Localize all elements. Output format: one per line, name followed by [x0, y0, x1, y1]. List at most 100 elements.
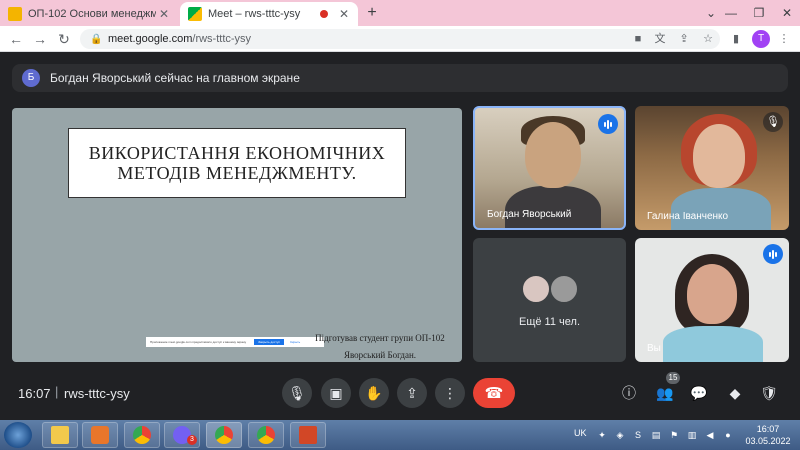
browser-tab-meet[interactable]: Meet – rws-tttc-ysy ✕ [180, 2, 358, 26]
forward-icon[interactable]: → [30, 29, 50, 49]
reload-icon[interactable]: ↻ [54, 29, 74, 49]
chrome-icon [133, 426, 151, 444]
participant-video [505, 186, 601, 228]
back-icon[interactable]: ← [6, 29, 26, 49]
raise-hand-button[interactable]: ✋ [359, 378, 389, 408]
start-button[interactable] [4, 422, 32, 448]
presenting-banner: Б Богдан Яворський сейчас на главном экр… [12, 64, 788, 92]
participant-avatar [549, 274, 579, 304]
participant-name: Галина Іванченко [647, 211, 729, 222]
close-tab-icon[interactable]: ✕ [156, 7, 172, 21]
clock-date: 03.05.2022 [745, 436, 791, 446]
meeting-code: rws-tttc-ysy [64, 386, 130, 401]
taskbar-chrome[interactable] [124, 422, 160, 448]
url-host: meet.google.com [108, 33, 193, 45]
taskbar-chrome-active[interactable] [206, 422, 242, 448]
participant-tile-bohdan[interactable]: Богдан Яворський [473, 106, 626, 230]
participant-tile-halyna[interactable]: 🎙 Галина Іванченко [635, 106, 789, 230]
close-tab-icon[interactable]: ✕ [336, 7, 352, 21]
chrome-icon [257, 426, 275, 444]
language-indicator[interactable]: UK [574, 428, 587, 438]
hide-notice-button: Скрыть [290, 340, 301, 344]
system-clock[interactable]: 16:07 03.05.2022 [740, 423, 796, 447]
close-window-icon[interactable]: ✕ [772, 0, 800, 26]
skype-icon[interactable]: S [632, 429, 644, 441]
speaking-indicator-icon [763, 244, 783, 264]
viber-tray-icon[interactable]: ● [722, 429, 734, 441]
bookmark-star-icon[interactable]: ☆ [700, 31, 716, 47]
mic-off-icon: 🎙 [763, 112, 783, 132]
screen-share-notice: Приложение meet.google.com предоставило … [146, 337, 324, 347]
present-screen-button[interactable]: ⇪ [397, 378, 427, 408]
taskbar-powerpoint[interactable] [290, 422, 326, 448]
browser-tab-strip: ОП-102 Основи менеджменту ✕ Meet – rws-t… [0, 0, 800, 26]
speaking-indicator-icon [598, 114, 618, 134]
presenting-banner-text: Богдан Яворський сейчас на главном экран… [50, 71, 300, 85]
recording-icon [320, 10, 328, 18]
stop-sharing-button: Закрыть доступ [254, 339, 284, 345]
activities-icon[interactable]: ◆ [724, 382, 746, 404]
slide-author-line1: Підготував студент групи ОП-102 [315, 333, 445, 343]
share-icon[interactable]: ⇪ [676, 31, 692, 47]
more-options-button[interactable]: ⋮ [435, 378, 465, 408]
separator: | [55, 384, 59, 399]
taskbar-viber[interactable]: 3 [164, 422, 200, 448]
clock-time: 16:07 [756, 424, 780, 434]
taskbar-explorer[interactable] [42, 422, 78, 448]
participant-name: Богдан Яворський [487, 209, 572, 220]
address-bar[interactable]: 🔒 meet.google.com/rws-tttc-ysy [80, 29, 720, 49]
shared-screen[interactable]: ВИКОРИСТАННЯ ЕКОНОМІЧНИХ МЕТОДІВ МЕНЕДЖМ… [12, 108, 462, 362]
host-controls-icon[interactable]: 🛡 [758, 382, 780, 404]
meet-stage: Б Богдан Яворський сейчас на главном экр… [0, 52, 800, 420]
leave-call-button[interactable]: ☎ [473, 378, 515, 408]
media-player-icon [91, 426, 109, 444]
notice-text: Приложение meet.google.com предоставило … [150, 340, 247, 344]
lock-icon: 🔒 [90, 33, 103, 45]
others-tile[interactable]: Ещё 11 чел. [473, 238, 626, 362]
slide-author: Підготував студент групи ОП-102 Яворськи… [302, 330, 458, 362]
camera-in-use-icon[interactable]: ■ [630, 31, 646, 47]
meet-icon [188, 7, 202, 21]
volume-icon[interactable]: ◀ [704, 429, 716, 441]
participant-video [671, 188, 771, 230]
tray-icon[interactable]: ✦ [596, 429, 608, 441]
slide-title: ВИКОРИСТАННЯ ЕКОНОМІЧНИХ МЕТОДІВ МЕНЕДЖМ… [68, 128, 406, 198]
slide-title-line1: ВИКОРИСТАННЯ ЕКОНОМІЧНИХ [88, 143, 386, 163]
presenter-avatar: Б [22, 69, 40, 87]
camera-button[interactable]: ▣ [321, 378, 351, 408]
maximize-icon[interactable]: ❐ [744, 0, 774, 26]
browser-toolbar: ← → ↻ 🔒 meet.google.com/rws-tttc-ysy ■ 文… [0, 26, 800, 52]
chrome-icon [215, 426, 233, 444]
microphone-button[interactable]: 🎙 [282, 378, 312, 408]
meeting-clock: 16:07 [18, 386, 51, 401]
minimize-icon[interactable]: — [716, 0, 746, 26]
self-video [687, 264, 737, 324]
translate-icon[interactable]: 文 [652, 31, 668, 47]
meeting-details-icon[interactable]: ⓘ [618, 382, 640, 404]
others-count-label: Ещё 11 чел. [519, 316, 580, 328]
self-view-tile[interactable]: Вы [635, 238, 789, 362]
meet-control-bar: 16:07 | rws-tttc-ysy 🎙 ▣ ✋ ⇪ ⋮ ☎ ⓘ 👥 15 … [0, 370, 800, 418]
side-panel-icon[interactable]: ▮ [728, 31, 744, 47]
people-icon[interactable]: 👥 [654, 382, 676, 404]
browser-tab-classroom[interactable]: ОП-102 Основи менеджменту ✕ [0, 2, 178, 26]
tray-icon[interactable]: ◈ [614, 429, 626, 441]
tab-title: ОП-102 Основи менеджменту [28, 8, 156, 20]
menu-kebab-icon[interactable]: ⋮ [776, 31, 792, 47]
tab-title: Meet – rws-tttc-ysy [208, 8, 301, 20]
participant-name: Вы [647, 343, 661, 354]
windows-taskbar: 3 UK ✦ ◈ S ▤ ⚑ ▥ ◀ ● 16:07 03.05.2022 [0, 420, 800, 450]
taskbar-chrome-profile[interactable] [248, 422, 284, 448]
chat-icon[interactable]: 💬 [688, 382, 710, 404]
participant-video [693, 124, 745, 188]
profile-avatar[interactable]: T [752, 30, 770, 48]
viber-badge: 3 [187, 435, 197, 445]
new-tab-button[interactable]: + [362, 3, 382, 23]
slide-author-line2: Яворський Богдан. [343, 350, 417, 360]
tray-icon[interactable]: ▤ [650, 429, 662, 441]
participant-count-badge: 15 [666, 372, 680, 384]
participant-video [525, 122, 581, 188]
taskbar-media-player[interactable] [82, 422, 118, 448]
tray-icon[interactable]: ⚑ [668, 429, 680, 441]
network-icon[interactable]: ▥ [686, 429, 698, 441]
